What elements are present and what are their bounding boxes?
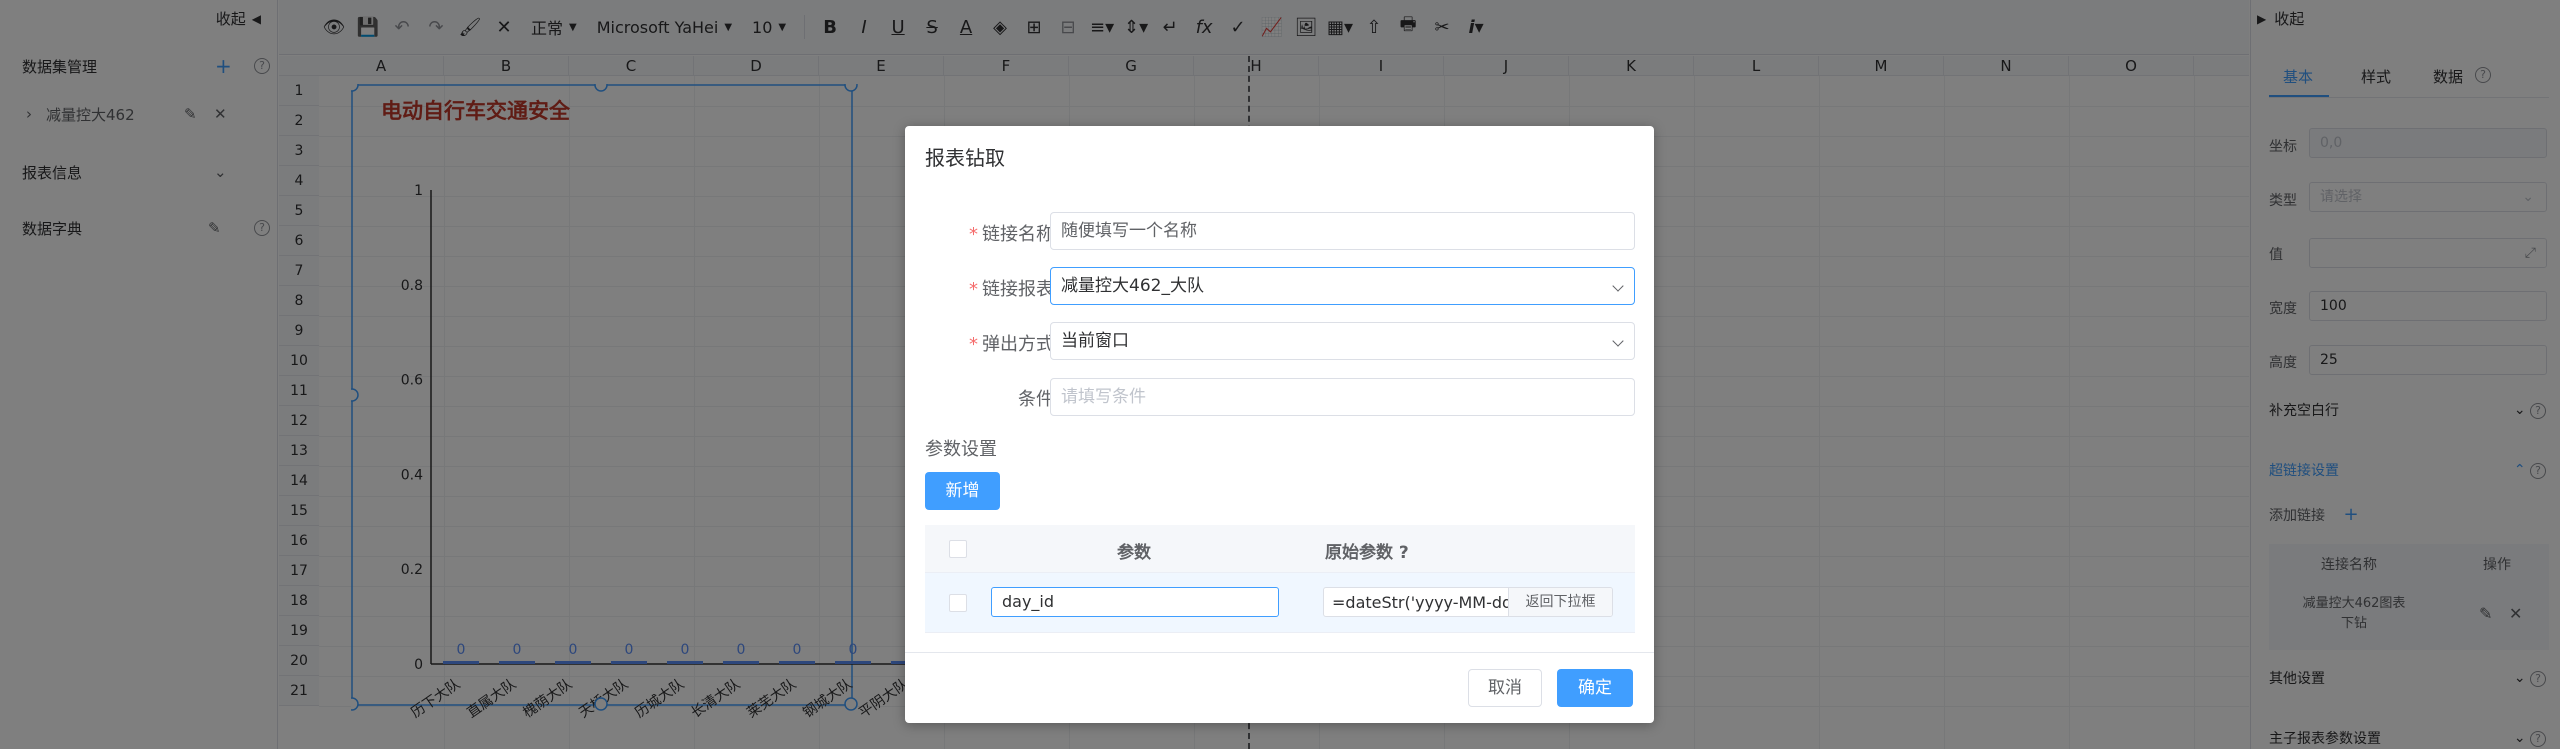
link-report-value: 减量控大462_大队 xyxy=(1061,276,1204,296)
cancel-button[interactable]: 取消 xyxy=(1468,669,1542,707)
drill-dialog: 报表钻取 * 链接名称 随便填写一个名称 * 链接报表 减量控大462_大队 * 弹出… xyxy=(905,126,1654,723)
param-row: day_id =dateStr('yyyy-MM-dd' 返回下拉框 xyxy=(925,573,1635,633)
report-field-label: * 链接报表 xyxy=(969,279,1054,300)
dialog-title: 报表钻取 xyxy=(925,146,1005,170)
orig-param-value: =dateStr('yyyy-MM-dd' xyxy=(1332,593,1508,612)
orig-param-header: 原始参数 ? xyxy=(1325,543,1409,563)
orig-param-input[interactable]: =dateStr('yyyy-MM-dd' 返回下拉框 xyxy=(1323,587,1613,617)
condition-input[interactable]: 请填写条件 xyxy=(1050,378,1635,416)
report-label-text: 链接报表 xyxy=(982,279,1054,300)
condition-field-label: 条件 xyxy=(1018,389,1054,410)
back-dropdown-button[interactable]: 返回下拉框 xyxy=(1508,588,1612,616)
select-all-checkbox[interactable] xyxy=(949,540,967,558)
name-label-text: 链接名称 xyxy=(982,224,1054,245)
param-table-header: 参数 原始参数 ? xyxy=(925,525,1635,573)
param-name-input[interactable]: day_id xyxy=(991,587,1279,617)
confirm-button[interactable]: 确定 xyxy=(1557,669,1633,707)
popup-field-label: * 弹出方式 xyxy=(969,334,1054,355)
popup-mode-value: 当前窗口 xyxy=(1061,331,1129,351)
link-report-select[interactable]: 减量控大462_大队 xyxy=(1050,267,1635,305)
chevron-down-icon xyxy=(1612,280,1624,292)
chevron-down-icon xyxy=(1612,335,1624,347)
dialog-footer-divider xyxy=(905,652,1654,653)
popup-mode-select[interactable]: 当前窗口 xyxy=(1050,322,1635,360)
row-checkbox[interactable] xyxy=(949,594,967,612)
link-name-input[interactable]: 随便填写一个名称 xyxy=(1050,212,1635,250)
param-section-title: 参数设置 xyxy=(925,439,997,460)
popup-label-text: 弹出方式 xyxy=(982,334,1054,355)
param-header: 参数 xyxy=(1117,543,1151,563)
name-field-label: * 链接名称 xyxy=(969,224,1054,245)
add-param-button[interactable]: 新增 xyxy=(925,472,1000,510)
